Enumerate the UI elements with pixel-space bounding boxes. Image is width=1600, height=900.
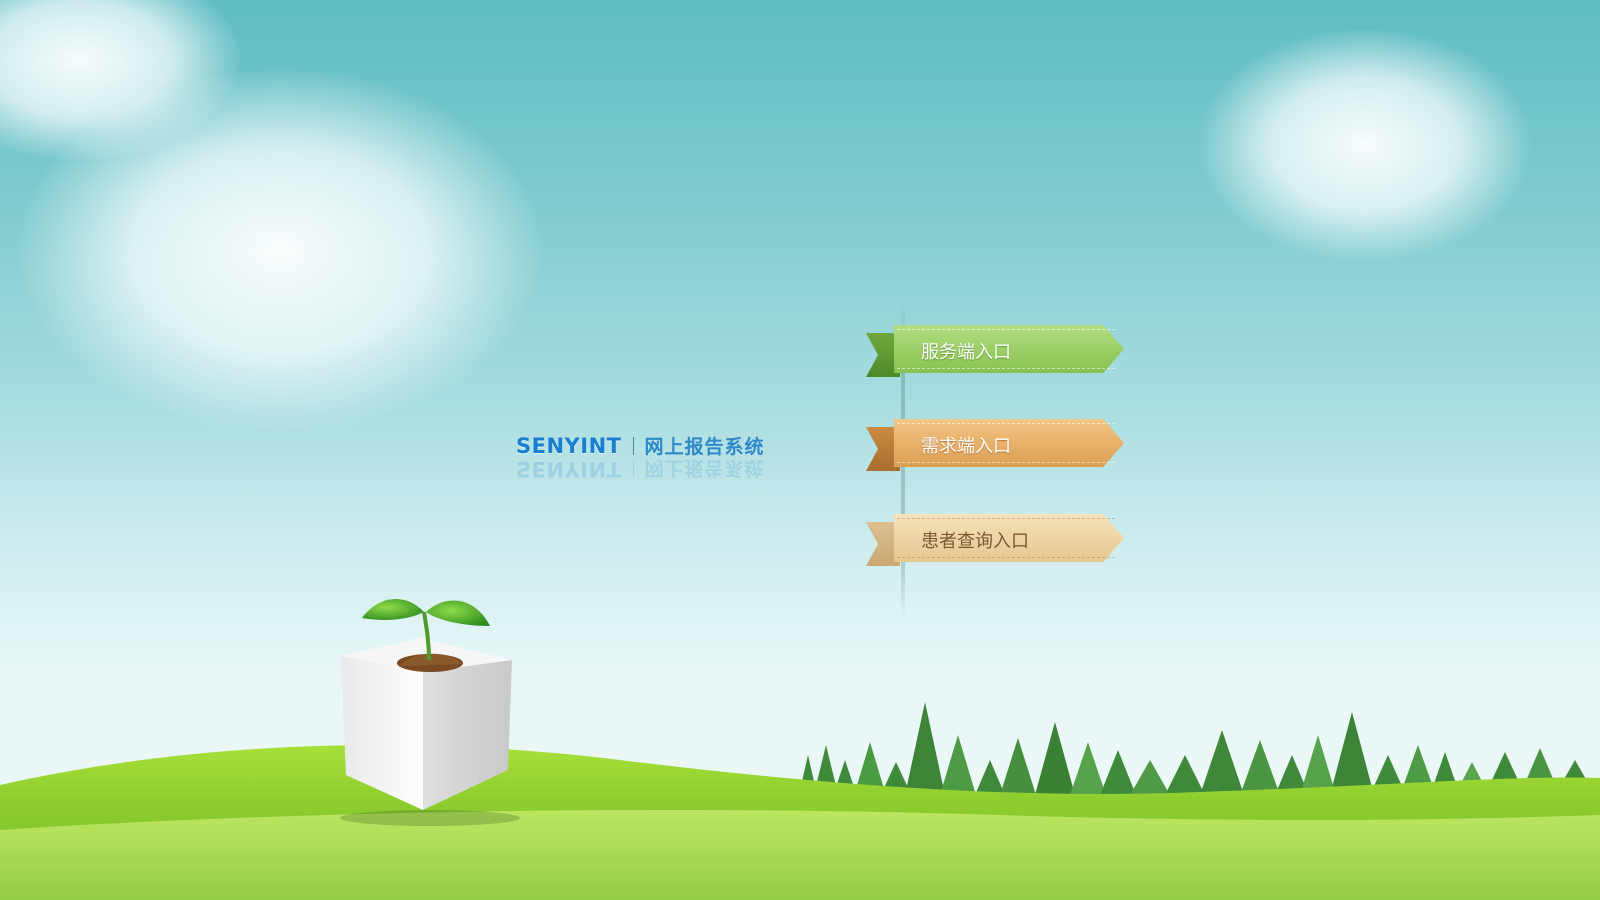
brand-separator bbox=[633, 436, 635, 455]
brand-subtitle: 网上报告系统 bbox=[644, 436, 765, 458]
service-entry-button[interactable]: 服务端入口 bbox=[866, 325, 1126, 377]
patient-query-entry-button[interactable]: 患者查询入口 bbox=[866, 514, 1126, 566]
demand-entry-button[interactable]: 需求端入口 bbox=[866, 419, 1126, 471]
demand-entry-label: 需求端入口 bbox=[921, 436, 1011, 457]
brand-logo: SENYINT 网上报告系统 bbox=[516, 432, 764, 459]
landscape-illustration bbox=[0, 599, 1600, 900]
background-scene bbox=[0, 0, 1600, 900]
service-entry-label: 服务端入口 bbox=[921, 342, 1011, 363]
brand-name: SENYINT bbox=[516, 433, 622, 458]
patient-query-entry-label: 患者查询入口 bbox=[921, 531, 1029, 552]
